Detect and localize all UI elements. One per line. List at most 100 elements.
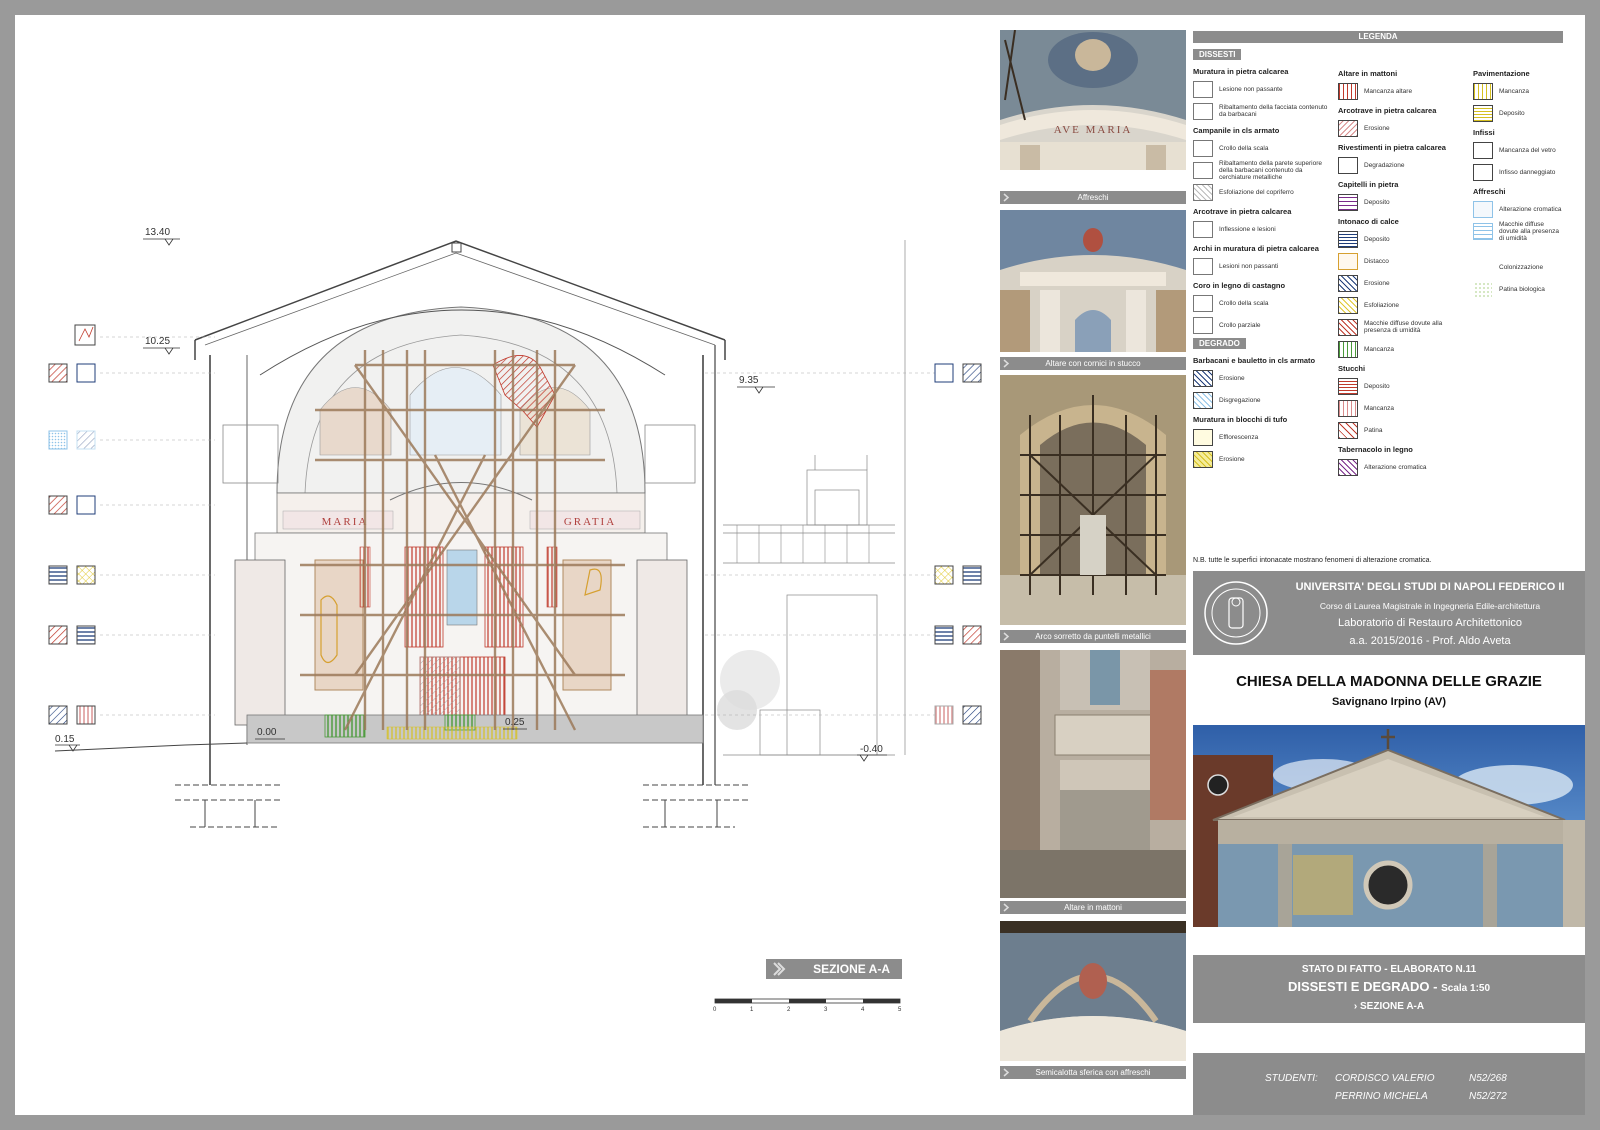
legend-header-degrado: DEGRADO xyxy=(1193,338,1246,349)
legend-group-title: Campanile in cls armato xyxy=(1193,126,1280,135)
legend-swatch xyxy=(1338,82,1358,100)
legend-item-label: Alterazione cromatica xyxy=(1499,205,1562,213)
stato-line-3: › SEZIONE A-A xyxy=(1193,1001,1585,1012)
legend-item-label: Crollo parziale xyxy=(1219,321,1261,329)
scale-tick-2: 2 xyxy=(787,1007,791,1013)
legend-item: Erosione xyxy=(1338,117,1468,139)
legend-swatch xyxy=(1338,399,1358,417)
scale-tick-5: 5 xyxy=(898,1007,902,1013)
legend: LEGENDA DISSESTI Muratura in pietra calc… xyxy=(1193,31,1563,569)
legend-swatch xyxy=(1193,391,1213,409)
legend-swatch xyxy=(1193,80,1213,98)
legend-swatch xyxy=(1338,119,1358,137)
photo-caption-text: Arco sorretto da puntelli metallici xyxy=(1035,632,1151,641)
legend-item-label: Deposito xyxy=(1499,109,1525,117)
legend-item: Deposito xyxy=(1473,102,1563,124)
legend-item: Colonizzazione xyxy=(1473,256,1563,278)
level-top: 13.40 xyxy=(145,227,170,238)
legend-group-title: Arcotrave in pietra calcarea xyxy=(1193,207,1292,216)
legend-swatch xyxy=(1338,340,1358,358)
photo-caption-1: Affreschi xyxy=(1000,191,1186,204)
legend-item: Erosione xyxy=(1193,448,1333,470)
legend-swatch xyxy=(1473,82,1493,100)
legend-item-label: Mancanza xyxy=(1364,345,1394,353)
level-right-ground: -0.40 xyxy=(860,744,883,755)
section-label: SEZIONE A-A xyxy=(766,959,902,979)
legend-item: Mancanza xyxy=(1473,80,1563,102)
legend-swatch xyxy=(1338,274,1358,292)
scale-tick-4: 4 xyxy=(861,1007,865,1013)
student-name-2: PERRINO MICHELA xyxy=(1335,1091,1428,1102)
church-facade-photo xyxy=(1193,725,1585,927)
chevron-right-icon xyxy=(1003,359,1010,368)
legend-item-label: Erosione xyxy=(1219,455,1245,463)
legend-item-label: Ribaltamento della facciata contenuto da… xyxy=(1219,104,1328,118)
photo-caption-5: Semicalotta sferica con affreschi xyxy=(1000,1066,1186,1079)
legend-group-title: Barbacani e bauletto in cls armato xyxy=(1193,356,1316,365)
legend-item: Lesione non passante xyxy=(1193,78,1333,100)
photo-caption-2: Altare con cornici in stucco xyxy=(1000,357,1186,370)
student-name-1: CORDISCO VALERIO xyxy=(1335,1073,1435,1084)
legend-item-label: Macchie diffuse dovute alla presenza di … xyxy=(1499,220,1559,242)
legend-swatch xyxy=(1338,156,1358,174)
chevron-right-icon: › xyxy=(1353,1001,1358,1012)
legend-item-label: Ribaltamento della parete superiore dell… xyxy=(1219,159,1322,181)
legend-swatch xyxy=(1338,318,1358,336)
legend-item: Macchie diffuse dovute alla presenza di … xyxy=(1338,316,1468,338)
legend-item: Infisso danneggiato xyxy=(1473,161,1563,183)
legend-item-label: Colonizzazione xyxy=(1499,263,1544,271)
students-label: STUDENTI: xyxy=(1265,1073,1318,1084)
legend-item-label: Deposito xyxy=(1364,235,1390,243)
legend-item-label: Crollo della scala xyxy=(1219,299,1269,307)
level-eave: 10.25 xyxy=(145,336,170,347)
drawing-sheet: MARIA GRATIA 13.40 10.25 9.35 0.15 0.00 … xyxy=(15,15,1585,1115)
legend-item: Mancanza xyxy=(1338,338,1468,360)
legend-swatch xyxy=(1193,161,1213,179)
legend-group-title: Pavimentazione xyxy=(1473,69,1530,78)
chevron-right-icon xyxy=(1003,903,1010,912)
legend-group-title: Intonaco di calce xyxy=(1338,217,1399,226)
legend-item-label: Esfoliazione del copriferro xyxy=(1219,188,1294,196)
legend-item-label: Lesioni non passanti xyxy=(1219,262,1279,270)
legend-swatch xyxy=(1193,294,1213,312)
legend-group-title: Capitelli in pietra xyxy=(1338,180,1399,189)
level-right-roof: 9.35 xyxy=(739,375,759,386)
legend-swatch xyxy=(1338,377,1358,395)
legend-group-title: Coro in legno di castagno xyxy=(1193,281,1286,290)
legend-item-label: Deposito xyxy=(1364,382,1390,390)
level-left-ground: 0.15 xyxy=(55,734,75,745)
legend-item: Erosione xyxy=(1338,272,1468,294)
legend-swatch xyxy=(1338,252,1358,270)
photo-caption-text: Altare con cornici in stucco xyxy=(1045,359,1141,368)
legend-group-title: Arcotrave in pietra calcarea xyxy=(1338,106,1437,115)
legend-item: Crollo parziale xyxy=(1193,314,1333,336)
legend-item-label: Esfoliazione xyxy=(1364,301,1400,309)
legend-swatch xyxy=(1193,450,1213,468)
legend-item: Deposito xyxy=(1338,191,1468,213)
legend-header-dissesti: DISSESTI xyxy=(1193,49,1242,60)
photo-caption-text: Altare in mattoni xyxy=(1064,903,1122,912)
photo-caption-3: Arco sorretto da puntelli metallici xyxy=(1000,630,1186,643)
church-title: CHIESA DELLA MADONNA DELLE GRAZIE xyxy=(1236,673,1542,690)
legend-item: Inflessione e lesioni xyxy=(1193,218,1333,240)
legend-swatch xyxy=(1193,257,1213,275)
photo-half-dome xyxy=(1000,921,1186,1061)
legend-swatch xyxy=(1193,183,1213,201)
legend-swatch xyxy=(1193,316,1213,334)
stato-line-1: STATO DI FATTO - ELABORATO N.11 xyxy=(1301,964,1477,975)
legend-item-label: Degradazione xyxy=(1364,161,1405,169)
university-lab: Laboratorio di Restauro Architettonico xyxy=(1337,617,1523,629)
legend-item: Macchie diffuse dovute alla presenza di … xyxy=(1473,220,1563,242)
stato-title: DISSESTI E DEGRADO - xyxy=(1287,979,1438,994)
legend-swatch xyxy=(1473,104,1493,122)
legend-item: Crollo della scala xyxy=(1193,292,1333,314)
students-block: STUDENTI: CORDISCO VALERIO N52/268 PERRI… xyxy=(1193,1053,1585,1115)
legend-swatch xyxy=(1338,458,1358,476)
legend-swatch xyxy=(1473,200,1493,218)
legend-title: LEGENDA xyxy=(1193,31,1563,43)
photo-scaffolding xyxy=(1000,375,1186,625)
legend-swatch xyxy=(1338,193,1358,211)
legend-swatch xyxy=(1338,421,1358,439)
legend-group-title: Stucchi xyxy=(1338,364,1366,373)
legend-group-title: Affreschi xyxy=(1473,187,1506,196)
